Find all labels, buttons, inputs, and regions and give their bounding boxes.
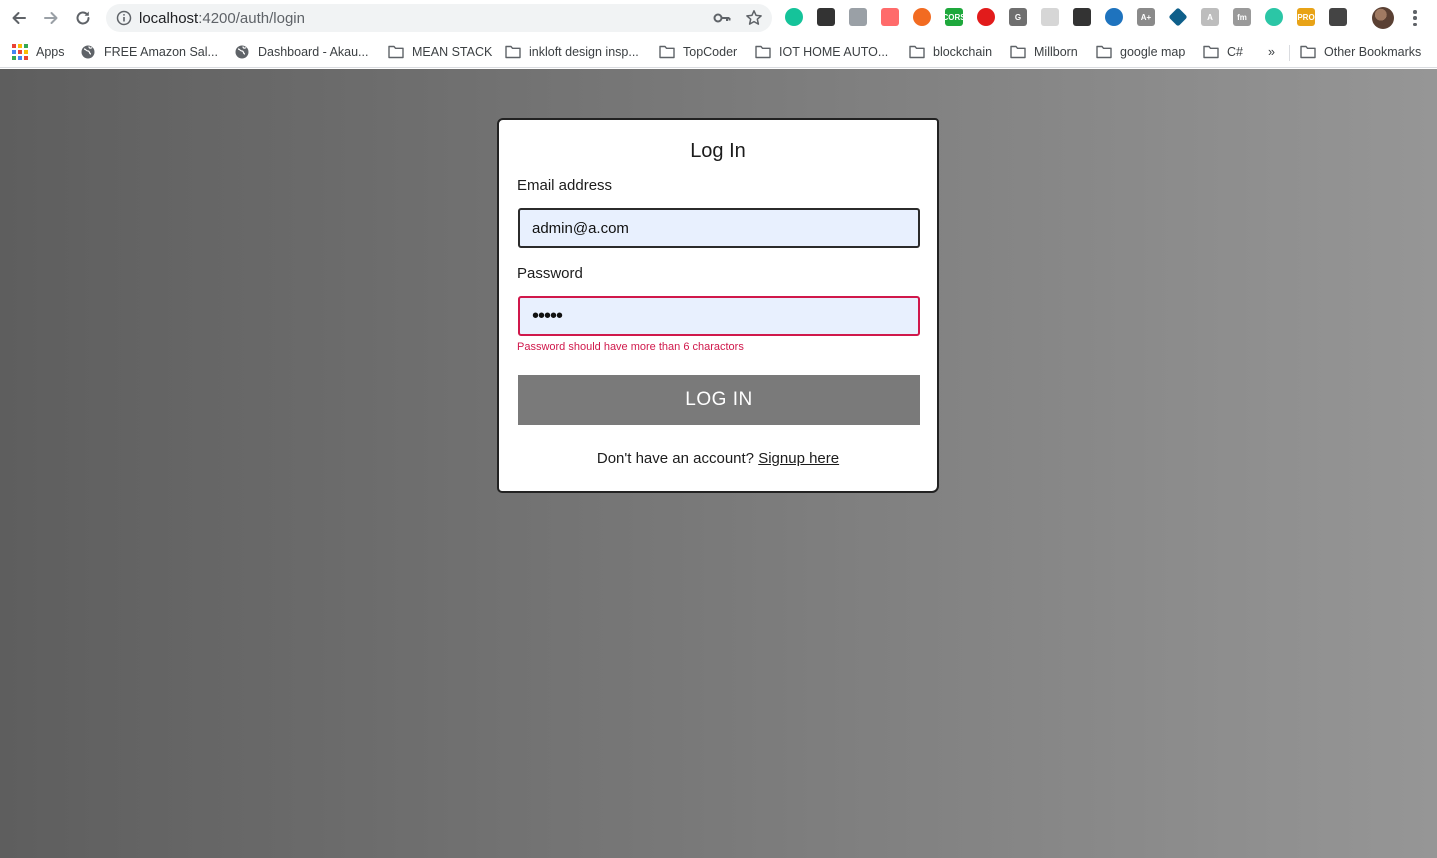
folder-icon — [1300, 45, 1316, 59]
more-menu-icon[interactable] — [1408, 8, 1422, 28]
bookmark-label: C# — [1227, 45, 1243, 59]
bookmark-label: IOT HOME AUTO... — [779, 45, 889, 59]
folder-icon — [1203, 45, 1227, 59]
login-button[interactable]: LOG IN — [518, 375, 920, 425]
page-background: Log In Email address admin@a.com Passwor… — [0, 69, 1437, 858]
forward-arrow-icon[interactable] — [39, 6, 63, 30]
lifebuoy-icon[interactable] — [913, 8, 931, 26]
bookmark-label: inkloft design insp... — [529, 45, 639, 59]
bookmark-item[interactable]: Apps — [12, 44, 65, 60]
bookmark-item[interactable]: Dashboard - Akau... — [234, 44, 368, 60]
bookmark-label: Apps — [36, 45, 65, 59]
camera-icon[interactable] — [849, 8, 867, 26]
bookmark-label: FREE Amazon Sal... — [104, 45, 218, 59]
password-error-message: Password should have more than 6 charact… — [517, 341, 744, 353]
pro-extension-icon[interactable]: PRO — [1297, 8, 1315, 26]
signup-row: Don't have an account? Signup here — [499, 450, 937, 467]
signup-link[interactable]: Signup here — [758, 450, 839, 467]
grid-extension-icon[interactable] — [1041, 8, 1059, 26]
apps-grid-icon — [12, 44, 36, 60]
password-value: ••••• — [532, 304, 563, 327]
g-extension-icon[interactable]: G — [1009, 8, 1027, 26]
folder-icon — [909, 45, 933, 59]
email-label: Email address — [517, 177, 613, 194]
url-text[interactable]: localhost:4200/auth/login — [139, 10, 305, 27]
login-card: Log In Email address admin@a.com Passwor… — [497, 118, 939, 493]
bookmark-item[interactable]: FREE Amazon Sal... — [80, 44, 218, 60]
reload-icon[interactable] — [71, 6, 95, 30]
font-extension-icon[interactable]: A — [1201, 8, 1219, 26]
bookmark-label: Millborn — [1034, 45, 1078, 59]
bookmark-label: MEAN STACK — [412, 45, 493, 59]
bookmarks-overflow-label: » — [1268, 45, 1275, 59]
browser-toolbar: localhost:4200/auth/login CORS G A+ Afm PRO — [0, 0, 1437, 36]
record-icon[interactable] — [881, 8, 899, 26]
bookmark-label: Dashboard - Akau... — [258, 45, 369, 59]
bookmarks-overflow-button[interactable]: » — [1268, 44, 1275, 60]
incognito-icon[interactable] — [1073, 8, 1091, 26]
folder-icon — [388, 45, 412, 59]
monitor-extension-icon[interactable] — [1329, 8, 1347, 26]
bookmark-item[interactable]: Millborn — [1010, 44, 1078, 60]
email-field[interactable]: admin@a.com — [518, 208, 920, 248]
profile-avatar[interactable] — [1372, 7, 1394, 29]
adblock-icon[interactable] — [977, 8, 995, 26]
signup-prompt: Don't have an account? — [596, 450, 755, 467]
grammarly-icon[interactable] — [785, 8, 803, 26]
bookmark-item[interactable]: MEAN STACK — [388, 44, 492, 60]
ruler-extension-icon[interactable] — [1265, 8, 1283, 26]
bookmark-item[interactable]: blockchain — [909, 44, 992, 60]
folder-icon — [1096, 45, 1120, 59]
bookmark-label: TopCoder — [683, 45, 738, 59]
fm-extension-icon[interactable]: fm — [1233, 8, 1251, 26]
info-icon[interactable] — [116, 10, 132, 31]
password-label: Password — [517, 265, 583, 282]
ascout-icon[interactable]: A+ — [1137, 8, 1155, 26]
folder-icon — [505, 45, 529, 59]
eyedropper-icon[interactable] — [817, 8, 835, 26]
password-field[interactable]: ••••• — [518, 296, 920, 336]
folder-icon — [659, 45, 683, 59]
bookmarks-separator — [1289, 45, 1290, 61]
key-icon[interactable] — [713, 10, 731, 31]
email-value: admin@a.com — [532, 219, 629, 237]
url-path: :4200/auth/login — [198, 10, 305, 27]
other-bookmarks-button[interactable]: Other Bookmarks — [1300, 44, 1421, 60]
folder-icon — [755, 45, 779, 59]
url-host: localhost — [139, 10, 199, 27]
bookmark-item[interactable]: TopCoder — [659, 44, 737, 60]
bookmark-item[interactable]: IOT HOME AUTO... — [755, 44, 888, 60]
bookmark-item[interactable]: inkloft design insp... — [505, 44, 639, 60]
login-title: Log In — [690, 140, 746, 162]
bookmark-item[interactable]: google map — [1096, 44, 1185, 60]
globe-extension-icon[interactable] — [1105, 8, 1123, 26]
globe-icon — [80, 44, 104, 60]
globe-icon — [234, 44, 258, 60]
other-bookmarks-label: Other Bookmarks — [1324, 45, 1422, 59]
diamond-extension-icon[interactable] — [1168, 7, 1188, 27]
address-bar[interactable]: localhost:4200/auth/login — [106, 4, 772, 32]
back-arrow-icon[interactable] — [7, 6, 31, 30]
bookmark-label: blockchain — [933, 45, 993, 59]
bookmark-item[interactable]: C# — [1203, 44, 1243, 60]
cors-icon[interactable]: CORS — [942, 8, 966, 26]
folder-icon — [1010, 45, 1034, 59]
bookmark-label: google map — [1120, 45, 1186, 59]
login-button-label: LOG IN — [685, 389, 753, 410]
bookmarks-bar: Apps FREE Amazon Sal... Dashboard - Akau..… — [0, 36, 1437, 68]
bookmark-star-icon[interactable] — [745, 9, 763, 32]
